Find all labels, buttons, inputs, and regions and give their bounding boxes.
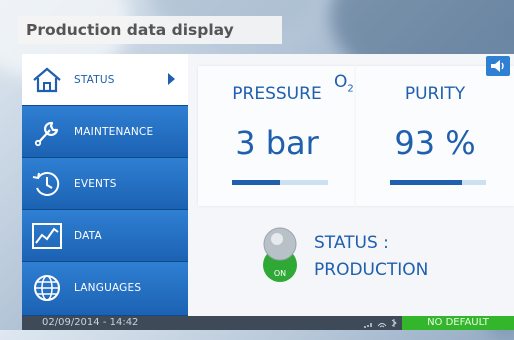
sidebar: STATUS MAINTENANCE EVENTS DATA LANGUAGES [22,54,188,316]
wrench-icon [34,121,59,147]
active-arrow-icon [168,73,175,85]
sidebar-item-languages[interactable]: LANGUAGES [22,262,188,316]
datetime: 02/09/2014 - 14:42 [42,317,139,328]
toggle-on-label: ON [274,269,286,278]
purity-value: 93 % [394,124,476,162]
alarm-status-badge: NO DEFAULT [402,316,514,330]
production-status: STATUS : PRODUCTION [314,230,428,284]
sidebar-item-maintenance[interactable]: MAINTENANCE [22,106,188,158]
clock-history-icon [32,171,60,196]
sidebar-item-events[interactable]: EVENTS [22,158,188,210]
sidebar-item-label: DATA [74,230,102,242]
sidebar-item-label: LANGUAGES [74,282,142,294]
purity-title: PURITY [404,84,466,104]
speaker-button[interactable] [486,56,510,76]
pressure-card: PRESSURE 3 bar [198,66,356,206]
status-bar: 02/09/2014 - 14:42 NO DEFAULT [22,316,514,330]
sidebar-item-data[interactable]: DATA [22,210,188,262]
figure-caption: Production data display [18,16,282,44]
home-icon [33,67,61,93]
sidebar-item-label: EVENTS [74,178,117,190]
pressure-value: 3 bar [235,124,319,162]
hmi-screen: STATUS MAINTENANCE EVENTS DATA LANGUAGES… [22,54,514,330]
status-line-1: STATUS : [314,233,389,253]
o2-label: O2 [334,72,354,95]
sidebar-item-status[interactable]: STATUS [22,54,188,106]
globe-icon [34,275,60,301]
status-panel: PRESSURE 3 bar O2 PURITY 93 % ON STATUS … [188,54,514,316]
status-line-2: PRODUCTION [314,260,429,280]
production-toggle[interactable]: ON [260,226,300,284]
pressure-title: PRESSURE [232,84,322,104]
purity-card: PURITY 93 % [356,66,514,206]
purity-level-fill [390,180,462,185]
pressure-level-bar [232,180,328,185]
sidebar-item-label: MAINTENANCE [74,126,154,138]
purity-level-bar [390,180,486,185]
chart-icon [32,223,62,249]
speaker-icon [491,60,504,72]
sidebar-item-label: STATUS [74,74,115,86]
pressure-level-fill [232,180,280,185]
